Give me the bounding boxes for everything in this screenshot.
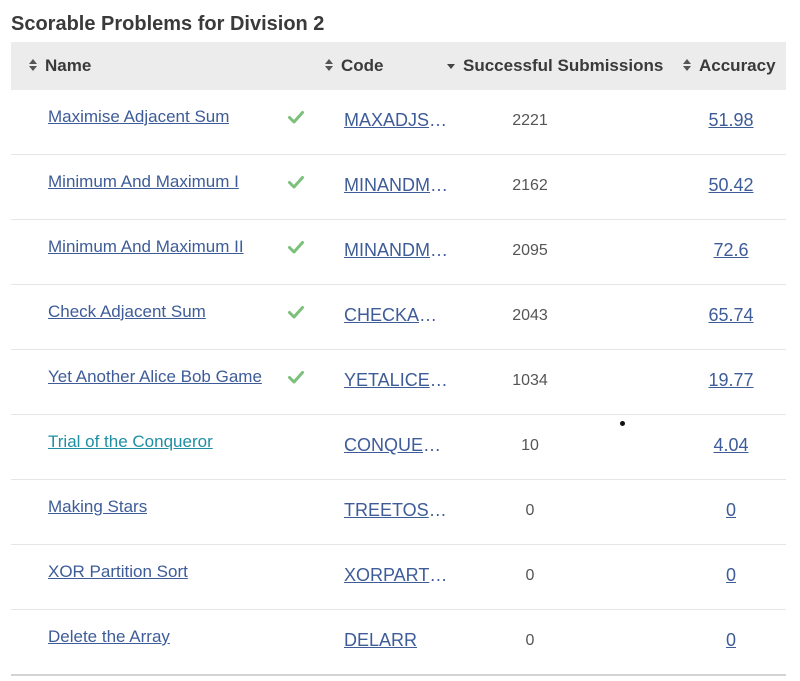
- problem-name-link[interactable]: Delete the Array: [48, 627, 170, 647]
- problem-name-link[interactable]: Making Stars: [48, 497, 147, 517]
- table-row: Check Adjacent Sum CHECKADJSUM 2043 65.74: [11, 285, 786, 350]
- problem-name-link[interactable]: Yet Another Alice Bob Game: [48, 367, 262, 387]
- sort-icon: [683, 58, 693, 71]
- successful-submissions-value: 0: [525, 502, 535, 519]
- problem-code-link[interactable]: MINANDMAX2: [344, 240, 449, 261]
- successful-submissions-value: 10: [521, 437, 539, 454]
- solved-check-icon: [288, 239, 304, 255]
- problem-code-link[interactable]: CONQUEROR: [344, 435, 449, 456]
- successful-submissions-value: 2221: [512, 112, 548, 129]
- successful-submissions-value: 0: [525, 567, 535, 584]
- accuracy-header-label: Accuracy: [699, 56, 776, 75]
- name-column-header[interactable]: Name: [29, 42, 91, 90]
- solved-check-icon: [288, 304, 304, 320]
- problem-code-link[interactable]: TREETOSTAR: [344, 500, 449, 521]
- accuracy-link[interactable]: 72.6: [691, 240, 771, 261]
- table-row: Yet Another Alice Bob Game YETALICEBOB 103…: [11, 350, 786, 415]
- problems-panel: Scorable Problems for Division 2 Name Co…: [0, 0, 800, 681]
- successful-submissions-header-label: Successful Submissions: [463, 56, 664, 75]
- problem-name-link[interactable]: XOR Partition Sort: [48, 562, 188, 582]
- problems-table: Name Code Successful Submissions Accurac…: [11, 42, 786, 676]
- code-header-label: Code: [341, 56, 384, 75]
- name-header-label: Name: [45, 56, 92, 75]
- problem-name-link[interactable]: Maximise Adjacent Sum: [48, 107, 229, 127]
- solved-check-icon: [288, 174, 304, 190]
- problem-code-link[interactable]: MAXADJSUM: [344, 110, 449, 131]
- table-body: Maximise Adjacent Sum MAXADJSUM 2221 51.98 M…: [11, 90, 786, 676]
- successful-submissions-value: 0: [525, 632, 535, 649]
- table-row: XOR Partition Sort XORPARTSORT 0 0: [11, 545, 786, 610]
- sort-icon: [29, 58, 39, 71]
- table-row: Delete the Array DELARR 0 0: [11, 610, 786, 676]
- accuracy-link[interactable]: 4.04: [691, 435, 771, 456]
- problem-code-link[interactable]: XORPARTSORT: [344, 565, 449, 586]
- problem-code-link[interactable]: MINANDMAX1: [344, 175, 449, 196]
- accuracy-link[interactable]: 0: [691, 630, 771, 651]
- table-row: Trial of the Conqueror CONQUEROR 10 4.04: [11, 415, 786, 480]
- successful-submissions-value: 2095: [512, 242, 548, 259]
- successful-submissions-value: 1034: [512, 372, 548, 389]
- table-header: Name Code Successful Submissions Accurac…: [11, 42, 786, 90]
- problem-name-link[interactable]: Minimum And Maximum I: [48, 172, 239, 192]
- accuracy-link[interactable]: 0: [691, 500, 771, 521]
- solved-check-icon: [288, 369, 304, 385]
- cursor-dot: [620, 421, 625, 426]
- table-row: Minimum And Maximum I MINANDMAX1 2162 50.42: [11, 155, 786, 220]
- sort-icon: [325, 58, 335, 71]
- accuracy-link[interactable]: 51.98: [691, 110, 771, 131]
- accuracy-link[interactable]: 50.42: [691, 175, 771, 196]
- problem-name-link[interactable]: Check Adjacent Sum: [48, 302, 206, 322]
- accuracy-link[interactable]: 65.74: [691, 305, 771, 326]
- problem-name-link[interactable]: Minimum And Maximum II: [48, 237, 244, 257]
- code-column-header[interactable]: Code: [325, 42, 384, 90]
- accuracy-link[interactable]: 19.77: [691, 370, 771, 391]
- table-row: Maximise Adjacent Sum MAXADJSUM 2221 51.98: [11, 90, 786, 155]
- successful-submissions-value: 2162: [512, 177, 548, 194]
- successful-submissions-value: 2043: [512, 307, 548, 324]
- table-row: Making Stars TREETOSTAR 0 0: [11, 480, 786, 545]
- page-title: Scorable Problems for Division 2: [11, 13, 325, 35]
- accuracy-column-header[interactable]: Accuracy: [683, 42, 776, 90]
- problem-name-link[interactable]: Trial of the Conqueror: [48, 432, 213, 452]
- sort-descending-icon: [447, 59, 457, 71]
- problem-code-link[interactable]: CHECKADJSUM: [344, 305, 449, 326]
- accuracy-link[interactable]: 0: [691, 565, 771, 586]
- problem-code-link[interactable]: DELARR: [344, 630, 449, 651]
- problem-code-link[interactable]: YETALICEBOB: [344, 370, 449, 391]
- successful-submissions-column-header[interactable]: Successful Submissions: [447, 42, 663, 90]
- table-row: Minimum And Maximum II MINANDMAX2 2095 72.6: [11, 220, 786, 285]
- solved-check-icon: [288, 109, 304, 125]
